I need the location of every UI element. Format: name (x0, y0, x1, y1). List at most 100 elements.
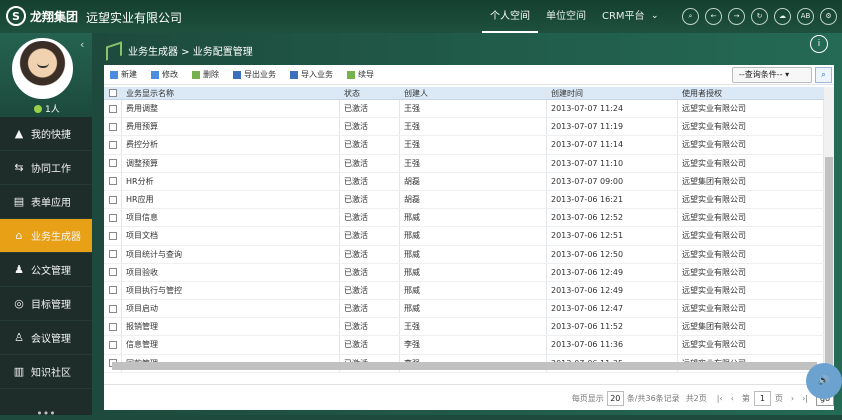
column-name[interactable]: 业务显示名称 (122, 87, 340, 99)
info-icon[interactable]: i (810, 35, 828, 53)
table-row[interactable]: HR应用 已激活 胡磊 2013-07-06 16:21 远望实业有限公司 (104, 190, 834, 210)
column-creator[interactable]: 创建人 (400, 87, 547, 99)
export-business-button[interactable]: 导出业务 (233, 69, 276, 80)
cell-status: 已激活 (340, 154, 400, 172)
table-row[interactable]: 费用预算 已激活 王强 2013-07-07 11:19 远望实业有限公司 (104, 118, 834, 137)
row-checkbox[interactable] (104, 281, 122, 300)
cell-name: 项目启动 (122, 300, 340, 318)
table-row[interactable]: 项目启动 已激活 邢威 2013-07-06 12:47 远望实业有限公司 (104, 300, 834, 319)
top-bar: S 龙翔集团 远望实业有限公司 个人空间 单位空间 CRM平台 ⌄ ⌕ ← → ↻… (0, 0, 842, 33)
cell-created-time: 2013-07-06 16:21 (547, 190, 678, 209)
table-header: 业务显示名称 状态 创建人 创建时间 使用者授权 (104, 87, 834, 100)
row-checkbox[interactable] (104, 318, 122, 336)
back-icon[interactable]: ← (705, 8, 722, 25)
next-page-icon[interactable]: › (791, 394, 794, 403)
sidebar-item-label: 表单应用 (31, 198, 71, 209)
refresh-icon[interactable]: ↻ (751, 8, 768, 25)
nav-crm[interactable]: CRM平台 (594, 0, 653, 33)
search-icon[interactable]: ⌕ (682, 8, 699, 25)
import-business-button[interactable]: 导入业务 (290, 69, 333, 80)
sidebar-item-documents[interactable]: ♟ 公文管理 (0, 253, 92, 287)
ab-icon[interactable]: AB (797, 8, 814, 25)
row-checkbox[interactable] (104, 209, 122, 227)
cell-authorization: 远望实业有限公司 (678, 136, 824, 154)
sidebar-item-label: 目标管理 (31, 300, 71, 311)
breadcrumb-text: 业务生成器 > 业务配置管理 (128, 47, 253, 58)
query-search-button[interactable]: ⌕ (815, 67, 832, 83)
sidebar-item-collaboration[interactable]: ⇆ 协同工作 (0, 151, 92, 185)
sidebar-item-label: 我的快捷 (31, 130, 71, 141)
table-row[interactable]: HR分析 已激活 胡磊 2013-07-07 09:00 远望集团有限公司 (104, 172, 834, 191)
table-row[interactable]: 项目文档 已激活 邢威 2013-07-06 12:51 远望实业有限公司 (104, 227, 834, 246)
select-all-checkbox[interactable] (104, 87, 122, 99)
query-select[interactable]: --查询条件-- ▾ (732, 67, 812, 83)
column-status[interactable]: 状态 (340, 87, 400, 99)
first-page-icon[interactable]: |‹ (717, 394, 723, 403)
more-icon[interactable]: ••• (0, 407, 92, 420)
cell-authorization: 远望实业有限公司 (678, 336, 824, 354)
column-authorization[interactable]: 使用者授权 (678, 87, 824, 99)
last-page-icon[interactable]: ›| (802, 394, 808, 403)
new-button[interactable]: 新建 (110, 69, 137, 80)
row-checkbox[interactable] (104, 245, 122, 263)
brand-logo[interactable]: S 龙翔集团 (6, 6, 78, 26)
table-row[interactable]: 信息管理 已激活 李强 2013-07-06 11:36 远望实业有限公司 (104, 336, 834, 355)
scroll-thumb[interactable] (825, 157, 833, 387)
sidebar-item-shortcuts[interactable]: ▲ 我的快捷 (0, 117, 92, 151)
row-checkbox[interactable] (104, 300, 122, 318)
row-checkbox[interactable] (104, 263, 122, 281)
table-row[interactable]: 项目统计与查询 已激活 邢威 2013-07-06 12:50 远望实业有限公司 (104, 245, 834, 264)
sidebar-item-forms[interactable]: ▤ 表单应用 (0, 185, 92, 219)
table-row[interactable]: 项目信息 已激活 邢威 2013-07-06 12:52 远望实业有限公司 (104, 209, 834, 228)
row-checkbox[interactable] (104, 136, 122, 154)
column-created-time[interactable]: 创建时间 (547, 87, 678, 99)
sidebar-item-knowledge[interactable]: ▥ 知识社区 (0, 355, 92, 389)
row-checkbox[interactable] (104, 118, 122, 136)
workflow-icon: ⇆ (14, 160, 24, 174)
prev-page-icon[interactable]: ‹ (731, 394, 734, 403)
sidebar-item-goals[interactable]: ◎ 目标管理 (0, 287, 92, 321)
home-icon: ⌂ (15, 228, 23, 242)
cell-name: 项目执行与管控 (122, 281, 340, 300)
home-icon[interactable] (106, 40, 122, 61)
online-count-label: 1人 (45, 105, 60, 115)
row-checkbox[interactable] (104, 190, 122, 209)
settings-icon[interactable]: ⚙ (820, 8, 837, 25)
business-table: 业务显示名称 状态 创建人 创建时间 使用者授权 费用调整 已激活 王强 2013-0… (104, 87, 834, 407)
table-row[interactable]: 项目执行与管控 已激活 邢威 2013-07-06 12:49 远望实业有限公司 (104, 281, 834, 301)
table-row[interactable]: 费用调整 已激活 王强 2013-07-07 11:24 远望实业有限公司 (104, 100, 834, 119)
cloud-icon[interactable]: ☁ (774, 8, 791, 25)
vertical-scrollbar[interactable] (824, 87, 834, 387)
row-checkbox[interactable] (104, 336, 122, 354)
cell-name: 信息管理 (122, 336, 340, 354)
speaker-icon[interactable]: 🔊 (806, 363, 842, 399)
nav-personal-space[interactable]: 个人空间 (482, 0, 538, 33)
edit-button[interactable]: 修改 (151, 69, 178, 80)
continue-import-button[interactable]: 续导 (347, 69, 374, 80)
sidebar-item-meetings[interactable]: ♙ 会议管理 (0, 321, 92, 355)
row-checkbox[interactable] (104, 100, 122, 118)
cell-creator: 邢威 (400, 281, 547, 300)
cell-created-time: 2013-07-06 12:49 (547, 263, 678, 281)
row-checkbox[interactable] (104, 227, 122, 245)
per-page-input[interactable]: 20 (606, 390, 624, 406)
row-checkbox[interactable] (104, 172, 122, 190)
table-row[interactable]: 报销管理 已激活 王强 2013-07-06 11:52 远望集团有限公司 (104, 318, 834, 337)
cell-authorization: 远望实业有限公司 (678, 227, 824, 245)
horizontal-scrollbar[interactable] (112, 362, 817, 370)
nav-unit-space[interactable]: 单位空间 (538, 0, 594, 33)
cell-creator: 邢威 (400, 263, 547, 281)
cell-status: 已激活 (340, 300, 400, 318)
chevron-down-icon[interactable]: ⌄ (651, 11, 659, 21)
table-row[interactable]: 项目验收 已激活 邢威 2013-07-06 12:49 远望实业有限公司 (104, 263, 834, 282)
delete-button[interactable]: 删除 (192, 69, 219, 80)
row-checkbox[interactable] (104, 154, 122, 172)
page-input[interactable]: 1 (753, 390, 771, 406)
table-row[interactable]: 调整预算 已激活 王强 2013-07-07 11:10 远望实业有限公司 (104, 154, 834, 173)
collapse-sidebar-icon[interactable]: ‹ (80, 38, 84, 51)
table-row[interactable]: 费控分析 已激活 王强 2013-07-07 11:14 远望实业有限公司 (104, 136, 834, 155)
sidebar-item-label: 会议管理 (31, 334, 71, 345)
forward-icon[interactable]: → (728, 8, 745, 25)
sidebar-item-business-generator[interactable]: ⌂ 业务生成器 (0, 219, 92, 253)
avatar[interactable] (12, 38, 73, 99)
